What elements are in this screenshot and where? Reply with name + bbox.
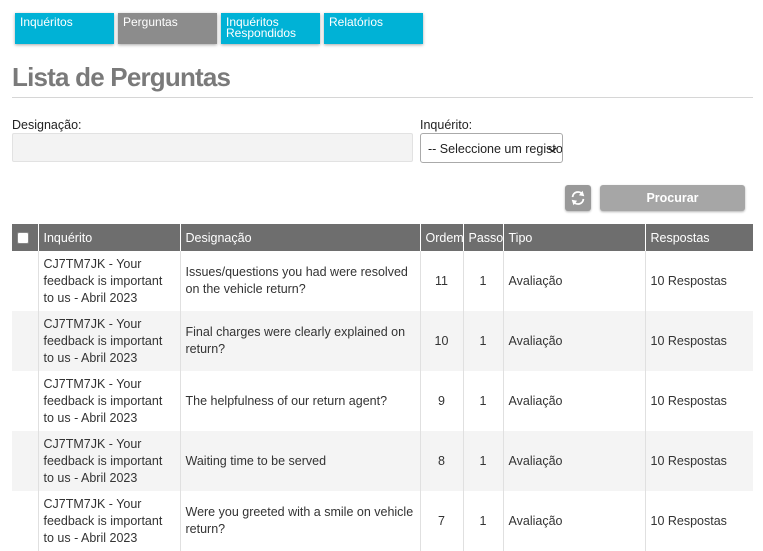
cell-respostas[interactable]: 10 Respostas (645, 251, 753, 311)
cell-passo: 1 (463, 491, 504, 551)
cell-ordem: 9 (420, 371, 464, 431)
table-row[interactable]: CJ7TM7JK - Your feedback is important to… (12, 311, 753, 371)
row-select-cell (12, 251, 39, 311)
refresh-icon (571, 190, 585, 206)
title-divider (12, 97, 753, 98)
row-select-cell (12, 491, 39, 551)
nav-tabs: Inquéritos Perguntas Inquéritos Respondi… (15, 13, 423, 44)
cell-tipo: Avaliação (503, 251, 646, 311)
designacao-input[interactable] (12, 133, 413, 162)
cell-inquerito: CJ7TM7JK - Your feedback is important to… (38, 311, 181, 371)
cell-tipo: Avaliação (503, 431, 646, 491)
cell-tipo: Avaliação (503, 491, 646, 551)
inquerito-label: Inquérito: (420, 118, 473, 132)
table-row[interactable]: CJ7TM7JK - Your feedback is important to… (12, 431, 753, 491)
tab-perguntas[interactable]: Perguntas (118, 13, 217, 44)
row-select-cell (12, 311, 39, 371)
cell-designacao: Final charges were clearly explained on … (180, 311, 421, 371)
col-passo[interactable]: Passo (463, 224, 504, 251)
refresh-button[interactable] (565, 185, 591, 211)
cell-designacao: Issues/questions you had were resolved o… (180, 251, 421, 311)
cell-ordem: 7 (420, 491, 464, 551)
col-respostas[interactable]: Respostas (645, 224, 753, 251)
select-all-checkbox[interactable] (17, 232, 29, 245)
cell-tipo: Avaliação (503, 371, 646, 431)
cell-ordem: 11 (420, 251, 464, 311)
cell-respostas[interactable]: 10 Respostas (645, 311, 753, 371)
tab-relatorios[interactable]: Relatórios (324, 13, 423, 44)
inquerito-select-value: -- Seleccione um registo -- (428, 142, 563, 156)
cell-inquerito: CJ7TM7JK - Your feedback is important to… (38, 251, 181, 311)
table-header-row: Inquérito Designação Ordem Passo Tipo Re… (12, 224, 753, 251)
cell-passo: 1 (463, 371, 504, 431)
row-select-cell (12, 431, 39, 491)
cell-respostas[interactable]: 10 Respostas (645, 371, 753, 431)
col-tipo[interactable]: Tipo (503, 224, 646, 251)
chevron-down-icon (548, 147, 557, 153)
cell-passo: 1 (463, 311, 504, 371)
cell-passo: 1 (463, 251, 504, 311)
table-row[interactable]: CJ7TM7JK - Your feedback is important to… (12, 371, 753, 431)
select-all-cell (12, 224, 39, 251)
cell-respostas[interactable]: 10 Respostas (645, 431, 753, 491)
cell-inquerito: CJ7TM7JK - Your feedback is important to… (38, 491, 181, 551)
tab-inqueritos[interactable]: Inquéritos (15, 13, 114, 44)
cell-inquerito: CJ7TM7JK - Your feedback is important to… (38, 371, 181, 431)
table-row[interactable]: CJ7TM7JK - Your feedback is important to… (12, 491, 753, 551)
col-designacao[interactable]: Designação (180, 224, 421, 251)
search-button[interactable]: Procurar (600, 185, 745, 211)
cell-designacao: The helpfulness of our return agent? (180, 371, 421, 431)
cell-ordem: 8 (420, 431, 464, 491)
cell-respostas[interactable]: 10 Respostas (645, 491, 753, 551)
cell-tipo: Avaliação (503, 311, 646, 371)
cell-passo: 1 (463, 431, 504, 491)
cell-inquerito: CJ7TM7JK - Your feedback is important to… (38, 431, 181, 491)
col-ordem[interactable]: Ordem (420, 224, 464, 251)
cell-designacao: Were you greeted with a smile on vehicle… (180, 491, 421, 551)
table-row[interactable]: CJ7TM7JK - Your feedback is important to… (12, 251, 753, 311)
col-inquerito[interactable]: Inquérito (38, 224, 181, 251)
row-select-cell (12, 371, 39, 431)
inquerito-select[interactable]: -- Seleccione um registo -- (420, 133, 563, 163)
designacao-label: Designação: (12, 118, 82, 132)
cell-ordem: 10 (420, 311, 464, 371)
questions-table: Inquérito Designação Ordem Passo Tipo Re… (12, 224, 753, 551)
page-title: Lista de Perguntas (12, 62, 231, 92)
tab-inqueritos-respondidos[interactable]: Inquéritos Respondidos (221, 13, 320, 44)
cell-designacao: Waiting time to be served (180, 431, 421, 491)
